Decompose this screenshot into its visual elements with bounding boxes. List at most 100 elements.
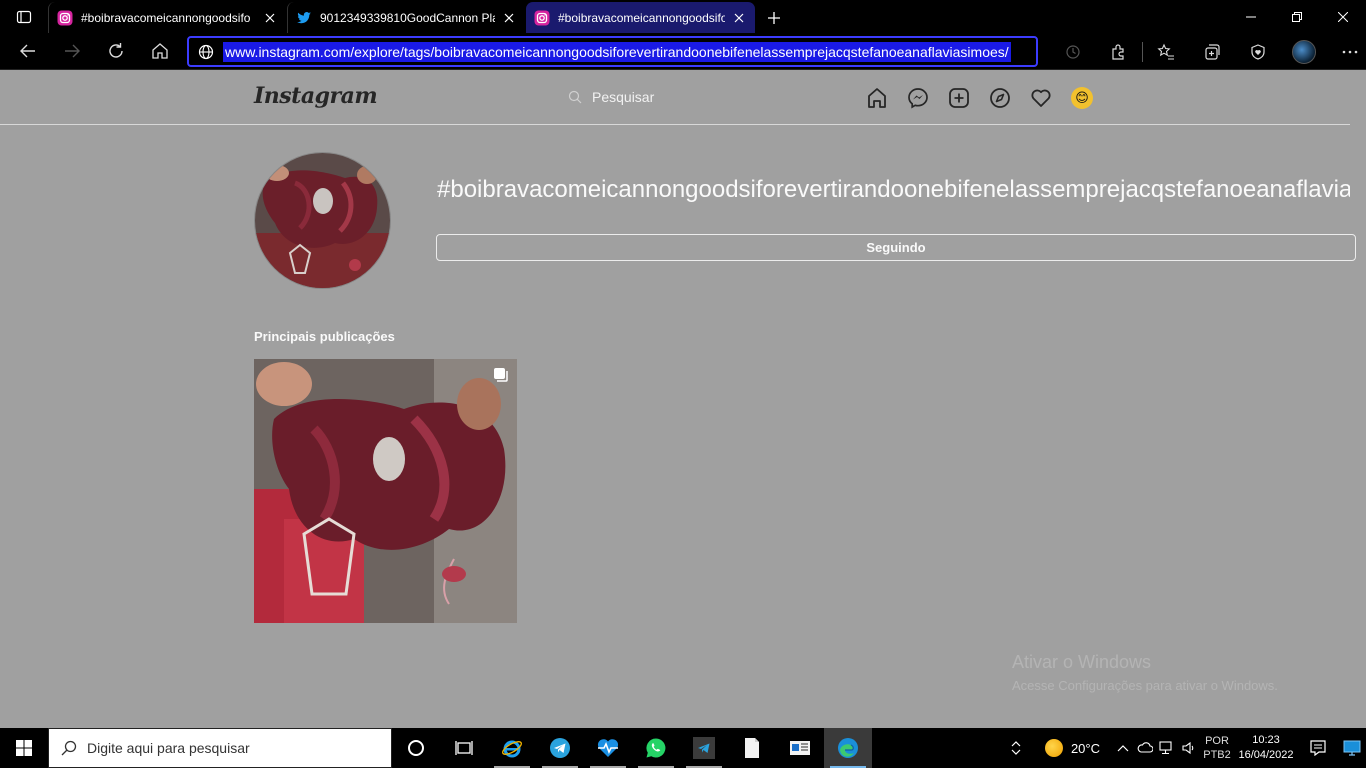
activation-watermark-title: Ativar o Windows [1012,652,1152,672]
window-controls [1228,0,1366,33]
internet-explorer-icon [502,740,522,758]
puzzle-icon [1112,43,1124,60]
instagram-nav: 😊 [866,87,1093,109]
tab-actions-icon [16,10,32,23]
new-tab-button[interactable] [756,2,792,33]
home-icon [868,88,886,108]
nav-home[interactable] [866,87,888,109]
instagram-logo[interactable]: Instagram [254,83,378,109]
browser-tab-1[interactable]: #boibravacomeicannongoodsifo [48,2,286,33]
plus-icon [768,11,780,24]
messenger-icon [908,88,928,109]
star-list-icon [1157,43,1174,60]
tab-actions-button[interactable] [0,0,48,33]
taskbar-search-box[interactable]: Digite aqui para pesquisar [48,728,392,768]
forward-arrow-icon [65,44,80,58]
taskbar-whatsapp[interactable] [632,728,680,768]
volume-button[interactable] [1178,728,1200,768]
heartbeat-icon [597,739,619,757]
minimize-button[interactable] [1228,0,1274,33]
forward-button[interactable] [50,33,94,70]
weather-widget[interactable]: 20°C [1027,739,1112,757]
back-button[interactable] [6,33,50,70]
collections-icon [1205,43,1220,60]
close-tab-icon[interactable] [501,10,517,26]
speaker-icon [1182,741,1194,755]
refresh-icon [109,43,123,58]
start-button[interactable] [0,728,48,768]
search-input[interactable]: Pesquisar [568,89,654,105]
task-view-icon [455,741,473,755]
collections-button[interactable] [1189,33,1235,70]
close-tab-icon[interactable] [731,10,747,26]
clock-button[interactable]: 10:23 16/04/2022 [1234,733,1298,763]
page-scrollbar[interactable] [1350,71,1366,728]
taskbar-internet-explorer[interactable] [488,728,536,768]
minimize-icon [1246,16,1256,17]
home-button[interactable] [138,33,182,70]
nav-messenger[interactable] [907,87,929,109]
close-window-button[interactable] [1320,0,1366,33]
instagram-icon [534,10,550,25]
clock-date: 16/04/2022 [1238,749,1294,761]
taskbar-search-placeholder: Digite aqui para pesquisar [87,740,250,756]
add-post-icon [949,88,969,108]
tab-title: 9012349339810GoodCannon Pla [320,10,495,25]
chevron-up-icon [1011,741,1021,747]
desktop-icon [1343,740,1361,756]
browser-tab-strip: #boibravacomeicannongoodsifo 90123493398… [0,0,1366,33]
profile-button[interactable] [1281,33,1327,70]
task-view-button[interactable] [440,728,488,768]
taskbar-document[interactable] [728,728,776,768]
cortana-circle-icon [408,740,424,756]
browser-essentials-button[interactable] [1235,33,1281,70]
action-center-button[interactable] [1298,728,1338,768]
favorites-button[interactable] [1143,33,1189,70]
nav-activity[interactable] [1030,87,1052,109]
taskbar-edge[interactable] [824,728,872,768]
language-code: POR [1205,735,1229,747]
tracking-prevention-button[interactable] [1050,33,1096,70]
telegram-desktop-icon [693,737,715,759]
extensions-button[interactable] [1096,33,1142,70]
hashtag-title: #boibravacomeicannongoodsiforevertirando… [437,176,1350,203]
settings-menu-button[interactable] [1327,33,1366,70]
telegram-icon [550,738,570,758]
cortana-button[interactable] [392,728,440,768]
url-text[interactable]: www.instagram.com/explore/tags/boibravac… [223,41,1011,62]
address-bar[interactable]: www.instagram.com/explore/tags/boibravac… [187,36,1038,67]
carousel-icon [493,367,509,388]
activation-watermark-text: Acesse Configurações para ativar o Windo… [1012,678,1278,693]
network-button[interactable] [1156,728,1178,768]
following-button[interactable]: Seguindo [436,234,1356,261]
browser-tab-2[interactable]: 9012349339810GoodCannon Pla [287,2,525,33]
post-thumbnail[interactable] [254,359,517,623]
show-hidden-icons-button[interactable] [1112,728,1134,768]
clock-time: 10:23 [1252,734,1280,746]
tab-title: #boibravacomeicannongoodsifo [81,10,251,25]
chevron-down-icon [1011,749,1021,755]
hashtag-profile-image [254,152,391,289]
taskbar-telegram-desktop[interactable] [680,728,728,768]
onedrive-button[interactable] [1134,728,1156,768]
taskbar-health-app[interactable] [584,728,632,768]
profile-emoji-avatar: 😊 [1071,87,1093,109]
search-icon [568,90,582,104]
back-arrow-icon [20,44,35,58]
home-icon [152,43,168,59]
nav-explore[interactable] [989,87,1011,109]
browser-tab-3-active[interactable]: #boibravacomeicannongoodsifo [526,2,755,33]
tray-scroll-arrows[interactable] [1005,728,1027,768]
taskbar-news-app[interactable] [776,728,824,768]
refresh-button[interactable] [94,33,138,70]
input-language-button[interactable]: POR PTB2 [1200,734,1234,762]
restore-button[interactable] [1274,0,1320,33]
show-desktop-button[interactable] [1338,728,1366,768]
nav-new-post[interactable] [948,87,970,109]
taskbar-telegram[interactable] [536,728,584,768]
instagram-header: Instagram Pesquisar 😊 [0,71,1350,125]
more-dots-icon [1342,50,1358,53]
close-tab-icon[interactable] [262,10,278,26]
nav-profile[interactable]: 😊 [1071,87,1093,109]
top-posts-heading: Principais publicações [254,329,395,344]
